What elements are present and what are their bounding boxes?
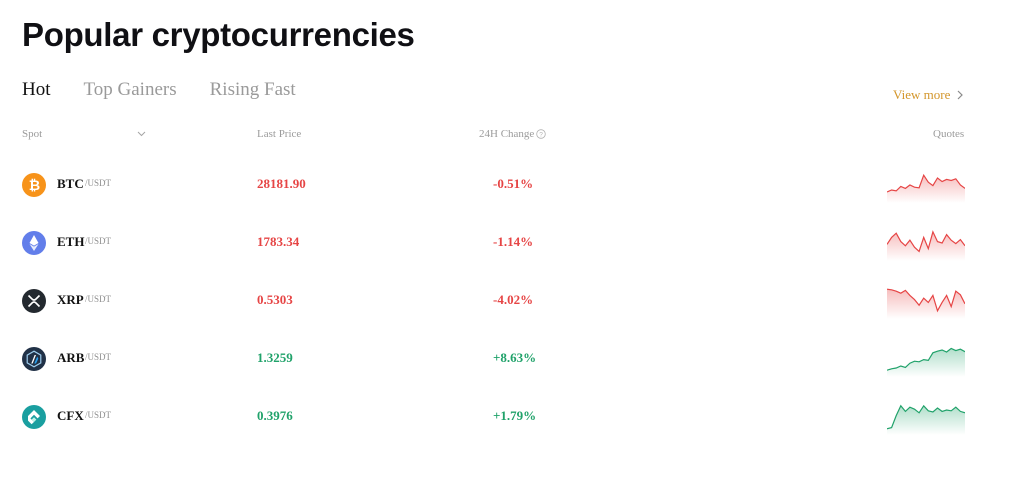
tab-rising-fast[interactable]: Rising Fast [210,79,296,101]
table-row[interactable]: ₿ BTC /USDT 28181.90 -0.51% [0,165,1020,205]
column-header-quotes: Quotes [933,128,965,140]
chevron-down-icon[interactable] [137,131,146,137]
chevron-right-icon [957,90,964,100]
tab-hot[interactable]: Hot [22,79,51,101]
quote-currency: /USDT [85,352,112,362]
question-icon[interactable]: ? [536,129,546,139]
tab-bar: Hot Top Gainers Rising Fast [22,79,329,101]
tab-top-gainers[interactable]: Top Gainers [84,79,177,101]
conflux-icon [22,405,46,429]
column-header-24h-change: 24H Change ? [479,128,546,140]
change-24h: +1.79% [493,408,537,423]
coin-symbol: XRP [57,292,84,307]
sparkline-area [887,348,965,377]
quote-currency: /USDT [85,410,112,420]
svg-text:₿: ₿ [29,177,40,193]
last-price: 28181.90 [257,176,306,191]
arbitrum-icon [22,347,46,371]
last-price: 0.3976 [257,408,293,423]
quote-currency: /USDT [85,294,112,304]
bitcoin-icon: ₿ [22,173,46,197]
sparkline-chart [887,230,965,261]
sparkline-area [887,289,965,319]
sparkline-chart [887,347,965,377]
coin-symbol: BTC [57,176,84,191]
view-more-label: View more [893,87,951,102]
sparkline-chart [887,173,965,203]
table-row[interactable]: CFX /USDT 0.3976 +1.79% [0,397,1020,437]
view-more-link[interactable]: View more [893,87,964,103]
page-title: Popular cryptocurrencies [22,16,415,53]
table-row[interactable]: ETH /USDT 1783.34 -1.14% [0,223,1020,263]
change-24h: -4.02% [493,292,534,307]
svg-text:?: ? [539,131,543,138]
sparkline-chart [887,404,965,435]
last-price: 0.5303 [257,292,293,307]
column-header-24h-change-label: 24H Change [479,128,535,140]
last-price: 1783.34 [257,234,300,249]
quote-currency: /USDT [85,178,112,188]
table-row[interactable]: XRP /USDT 0.5303 -4.02% [0,281,1020,321]
coin-symbol: ARB [57,350,85,365]
table-row[interactable]: ARB /USDT 1.3259 +8.63% [0,339,1020,379]
sparkline-area [887,231,965,261]
change-24h: -0.51% [493,176,534,191]
column-header-last-price: Last Price [257,128,302,140]
quote-currency: /USDT [85,236,112,246]
change-24h: +8.63% [493,350,537,365]
column-header-spot: Spot [22,128,43,140]
coin-symbol: CFX [57,408,84,423]
sparkline-chart [887,288,965,319]
xrp-icon [22,289,46,313]
ethereum-icon [22,231,46,255]
last-price: 1.3259 [257,350,293,365]
coin-symbol: ETH [57,234,85,249]
change-24h: -1.14% [493,234,534,249]
